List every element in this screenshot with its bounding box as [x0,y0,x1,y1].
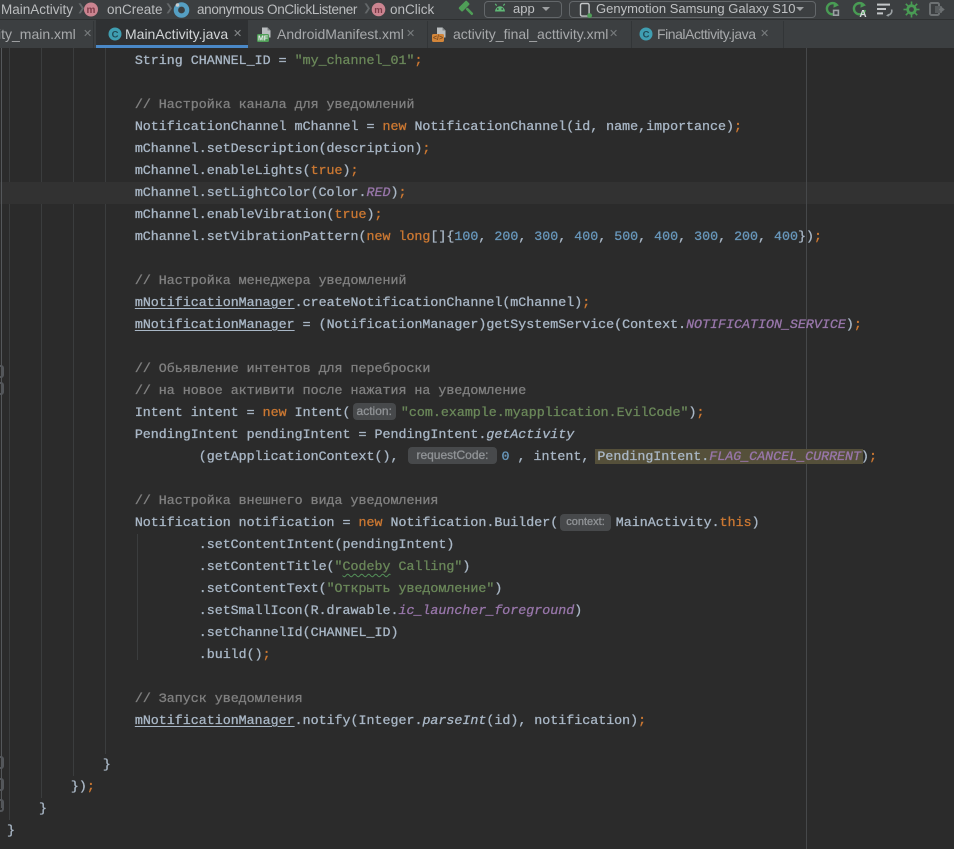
svg-text:C: C [112,30,119,41]
svg-text:MF: MF [258,36,269,43]
svg-text:C: C [643,30,650,41]
svg-text:m: m [87,5,96,16]
svg-text:m: m [374,5,382,16]
svg-text:A: A [859,9,866,18]
svg-text:</>: </> [433,35,443,42]
